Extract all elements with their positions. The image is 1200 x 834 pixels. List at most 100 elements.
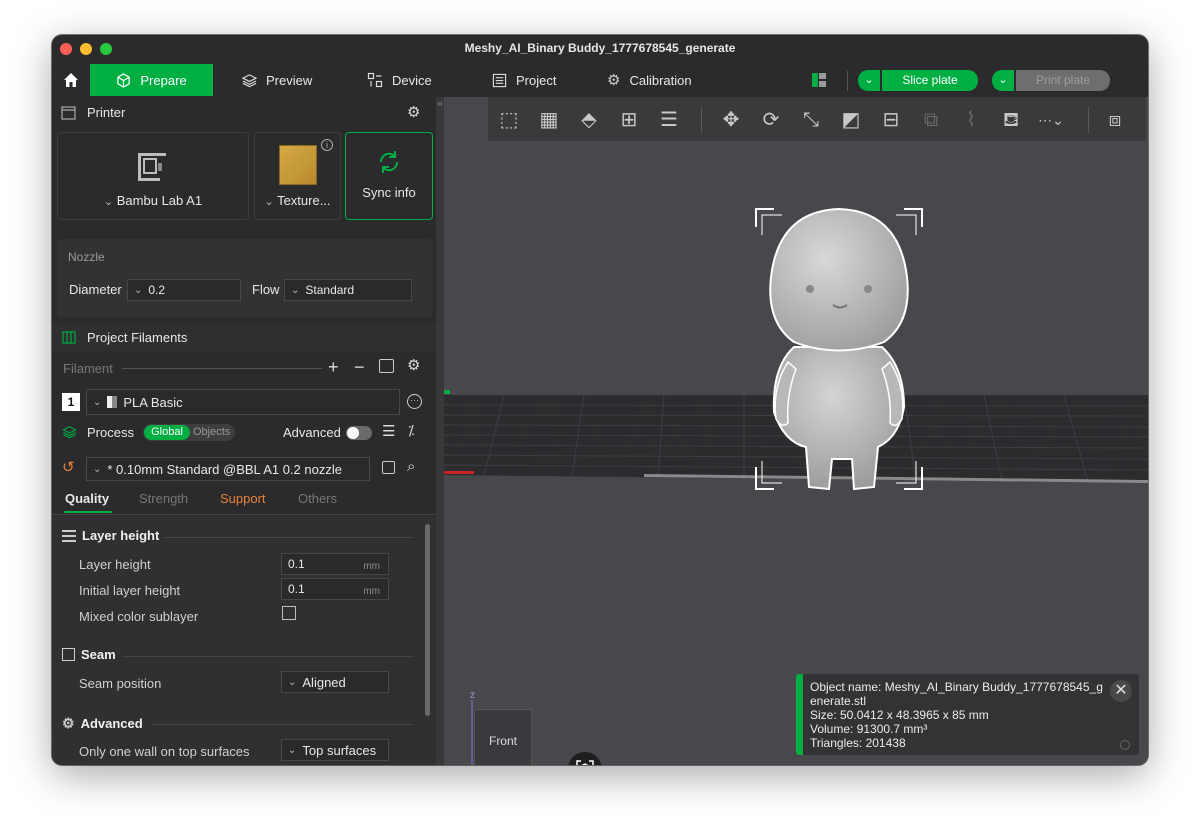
- tab-others[interactable]: Others: [298, 491, 337, 506]
- settings-scrollbar[interactable]: [425, 524, 430, 716]
- tab-strength[interactable]: Strength: [139, 491, 188, 506]
- support-paint-icon[interactable]: ⌇: [956, 105, 986, 135]
- search-icon[interactable]: ⌕: [407, 458, 415, 475]
- collapse-sidebar-icon[interactable]: ‹›: [436, 99, 444, 108]
- scope-toggle[interactable]: Global Objects: [143, 424, 235, 441]
- tab-project-label: Project: [516, 72, 557, 88]
- panel-splitter[interactable]: ‹›: [436, 97, 444, 765]
- cut-icon[interactable]: ⊟: [876, 105, 906, 135]
- sync-label: Sync info: [362, 185, 416, 200]
- window-title: Meshy_AI_Binary Buddy_1777678545_generat…: [464, 41, 736, 55]
- flow-select[interactable]: ⌄ Standard: [284, 279, 412, 301]
- filament-label: Filament: [63, 361, 113, 376]
- 3d-viewport[interactable]: ⬚ ▦ ⬘ ⊞ ☰ ✥ ⟳ ⤡ ◩ ⊟ ⧉ ⌇ ⛾ ⋯⌄ ⧈ z Front O…: [444, 97, 1148, 765]
- divider: [701, 107, 702, 133]
- add-object-icon[interactable]: ⬚: [494, 105, 524, 135]
- slice-options-button[interactable]: ⌄: [858, 70, 880, 91]
- close-info-button[interactable]: ✕: [1110, 680, 1132, 702]
- boolean-icon[interactable]: ⧉: [916, 105, 946, 135]
- sync-info-button[interactable]: Sync info: [345, 132, 433, 220]
- global-scope-option[interactable]: Global: [144, 425, 190, 440]
- diameter-select[interactable]: ⌄ 0.2: [127, 279, 241, 301]
- tab-quality[interactable]: Quality: [65, 491, 109, 506]
- tab-preview[interactable]: Preview: [242, 64, 312, 96]
- print-plate-button[interactable]: Print plate: [1016, 70, 1110, 91]
- advanced-toggle[interactable]: [346, 426, 372, 440]
- chevron-down-icon: ⌄: [288, 676, 297, 688]
- settings-list: Layer height Layer height 0.1 mm Initial…: [52, 516, 436, 765]
- auto-orient-icon[interactable]: ⬘: [574, 105, 604, 135]
- list-view-icon[interactable]: ☰: [382, 422, 395, 440]
- divider: [164, 537, 414, 538]
- slice-plate-button[interactable]: Slice plate: [882, 70, 978, 91]
- tab-calibration[interactable]: ⚙ Calibration: [607, 64, 692, 96]
- tab-prepare[interactable]: Prepare: [90, 64, 213, 96]
- process-preset-name: * 0.10mm Standard @BBL A1 0.2 nozzle: [107, 461, 342, 477]
- info-icon[interactable]: i: [321, 139, 333, 151]
- diameter-label: Diameter: [69, 282, 122, 297]
- remove-filament-icon[interactable]: −: [354, 357, 365, 378]
- tab-support[interactable]: Support: [220, 491, 266, 506]
- object-name-line1: Object name: Meshy_AI_Binary Buddy_17776…: [810, 680, 1103, 694]
- objects-scope-option[interactable]: Objects: [193, 425, 230, 440]
- move-icon[interactable]: ✥: [716, 105, 746, 135]
- layers-list-icon[interactable]: ☰: [654, 105, 684, 135]
- save-preset-icon[interactable]: [382, 461, 395, 474]
- one-wall-top-select[interactable]: ⌄ Top surfaces: [281, 739, 389, 761]
- rotate-icon[interactable]: ⟳: [756, 105, 786, 135]
- filament-select[interactable]: ⌄ PLA Basic: [86, 389, 400, 415]
- process-preset-select[interactable]: ⌄ * 0.10mm Standard @BBL A1 0.2 nozzle: [86, 457, 370, 481]
- home-button[interactable]: [58, 64, 84, 96]
- multi-device-icon[interactable]: [812, 73, 826, 87]
- compare-icon[interactable]: ⁒: [408, 422, 414, 439]
- scale-icon[interactable]: ⤡: [796, 105, 826, 135]
- tab-project[interactable]: Project: [492, 64, 556, 96]
- initial-layer-height-input[interactable]: 0.1 mm: [281, 578, 389, 600]
- seam-position-label: Seam position: [79, 676, 162, 691]
- seam-position-select[interactable]: ⌄ Aligned: [281, 671, 389, 693]
- reset-preset-icon[interactable]: ↺: [62, 458, 75, 476]
- object-name-line2: enerate.stl: [810, 694, 867, 708]
- printer-select-card[interactable]: ⌄ Bambu Lab A1: [57, 132, 249, 220]
- advanced-gear-icon: ⚙: [62, 715, 75, 731]
- layer-height-input[interactable]: 0.1 mm: [281, 553, 389, 575]
- layer-height-label: Layer height: [79, 557, 151, 572]
- print-options-button[interactable]: ⌄: [992, 70, 1014, 91]
- view-reset-icon: [576, 760, 594, 765]
- filaments-section-header: Project Filaments: [52, 323, 436, 351]
- chevron-down-icon: ⌄: [864, 74, 874, 86]
- tab-device-label: Device: [392, 72, 432, 88]
- object-info-panel: Object name: Meshy_AI_Binary Buddy_17776…: [796, 674, 1139, 755]
- arrange-icon[interactable]: ⊞: [614, 105, 644, 135]
- divider: [152, 724, 414, 725]
- add-plate-icon[interactable]: ▦: [534, 105, 564, 135]
- model-binary-buddy[interactable]: [744, 197, 934, 497]
- object-triangles: Triangles: 201438: [810, 736, 906, 750]
- diameter-value: 0.2: [148, 283, 166, 297]
- filament-settings-icon[interactable]: ⚙: [407, 356, 420, 374]
- plate-name: Texture...: [277, 193, 331, 208]
- view-cube[interactable]: Front: [474, 709, 532, 765]
- plate-select-card[interactable]: i ⌄ Texture...: [254, 132, 341, 220]
- add-filament-icon[interactable]: +: [328, 357, 339, 378]
- layer-height-icon: [62, 529, 76, 542]
- filament-name: PLA Basic: [123, 394, 183, 410]
- filament-index-badge: 1: [62, 393, 80, 411]
- printer-section-header: Printer ⚙: [52, 97, 436, 129]
- assembly-view-icon[interactable]: ⧈: [1100, 105, 1130, 135]
- more-tools-icon[interactable]: ⋯⌄: [1036, 105, 1066, 135]
- printer-settings-icon[interactable]: ⚙: [407, 103, 420, 121]
- more-options-icon[interactable]: ···: [407, 394, 422, 409]
- tab-calibration-label: Calibration: [629, 72, 692, 88]
- mixed-color-sublayer-checkbox[interactable]: [282, 606, 296, 620]
- tab-preview-label: Preview: [266, 72, 313, 88]
- tab-device[interactable]: Device: [367, 64, 432, 96]
- lay-on-face-icon[interactable]: ◩: [836, 105, 866, 135]
- filament-sync-icon[interactable]: [379, 359, 394, 373]
- chevron-down-icon: ⌄: [288, 744, 297, 756]
- color-paint-icon[interactable]: ⛾: [996, 105, 1026, 135]
- title-bar: Meshy_AI_Binary Buddy_1777678545_generat…: [52, 35, 1148, 63]
- chevron-down-icon: ⌄: [998, 74, 1008, 86]
- chevron-down-icon: ⌄: [93, 396, 102, 408]
- collapse-info-icon[interactable]: [1120, 740, 1130, 750]
